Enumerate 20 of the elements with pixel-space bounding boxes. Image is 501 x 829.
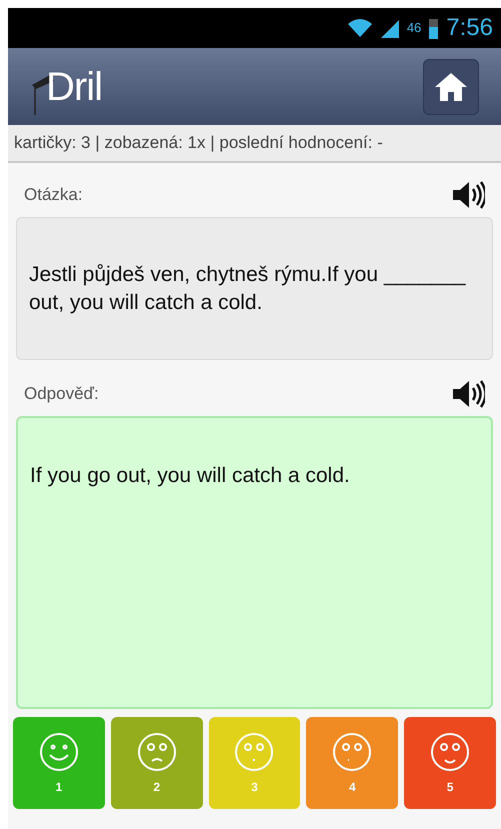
question-text: Jestli půjdeš ven, chytneš rýmu.If you _______ out, you will catch a cold. — [29, 262, 467, 316]
rating-button[interactable]: 2 — [110, 717, 203, 809]
question-label: Otázka: — [24, 184, 83, 206]
speaker-icon[interactable] — [451, 380, 485, 408]
home-button[interactable] — [423, 58, 479, 114]
speaker-icon[interactable] — [451, 181, 485, 209]
clock: 7:56 — [446, 13, 493, 43]
home-icon — [434, 70, 468, 102]
rating-button[interactable]: 1 — [13, 717, 105, 809]
card-stats: kartičky: 3 | zobazená: 1x | poslední hodnocení: - — [14, 132, 383, 154]
rating-button[interactable]: 3 — [208, 717, 300, 809]
wifi-icon — [346, 18, 373, 38]
network-type: 46 — [406, 19, 422, 38]
app-logo: Dril — [46, 64, 102, 110]
rating-button[interactable]: 5 — [404, 717, 496, 809]
answer-label: Odpověď: — [24, 383, 99, 406]
battery-icon — [429, 17, 438, 39]
rating-button[interactable]: 4 — [306, 717, 398, 809]
signal-icon — [380, 18, 399, 38]
answer-text: If you go out, you will catch a cold. — [30, 464, 350, 487]
